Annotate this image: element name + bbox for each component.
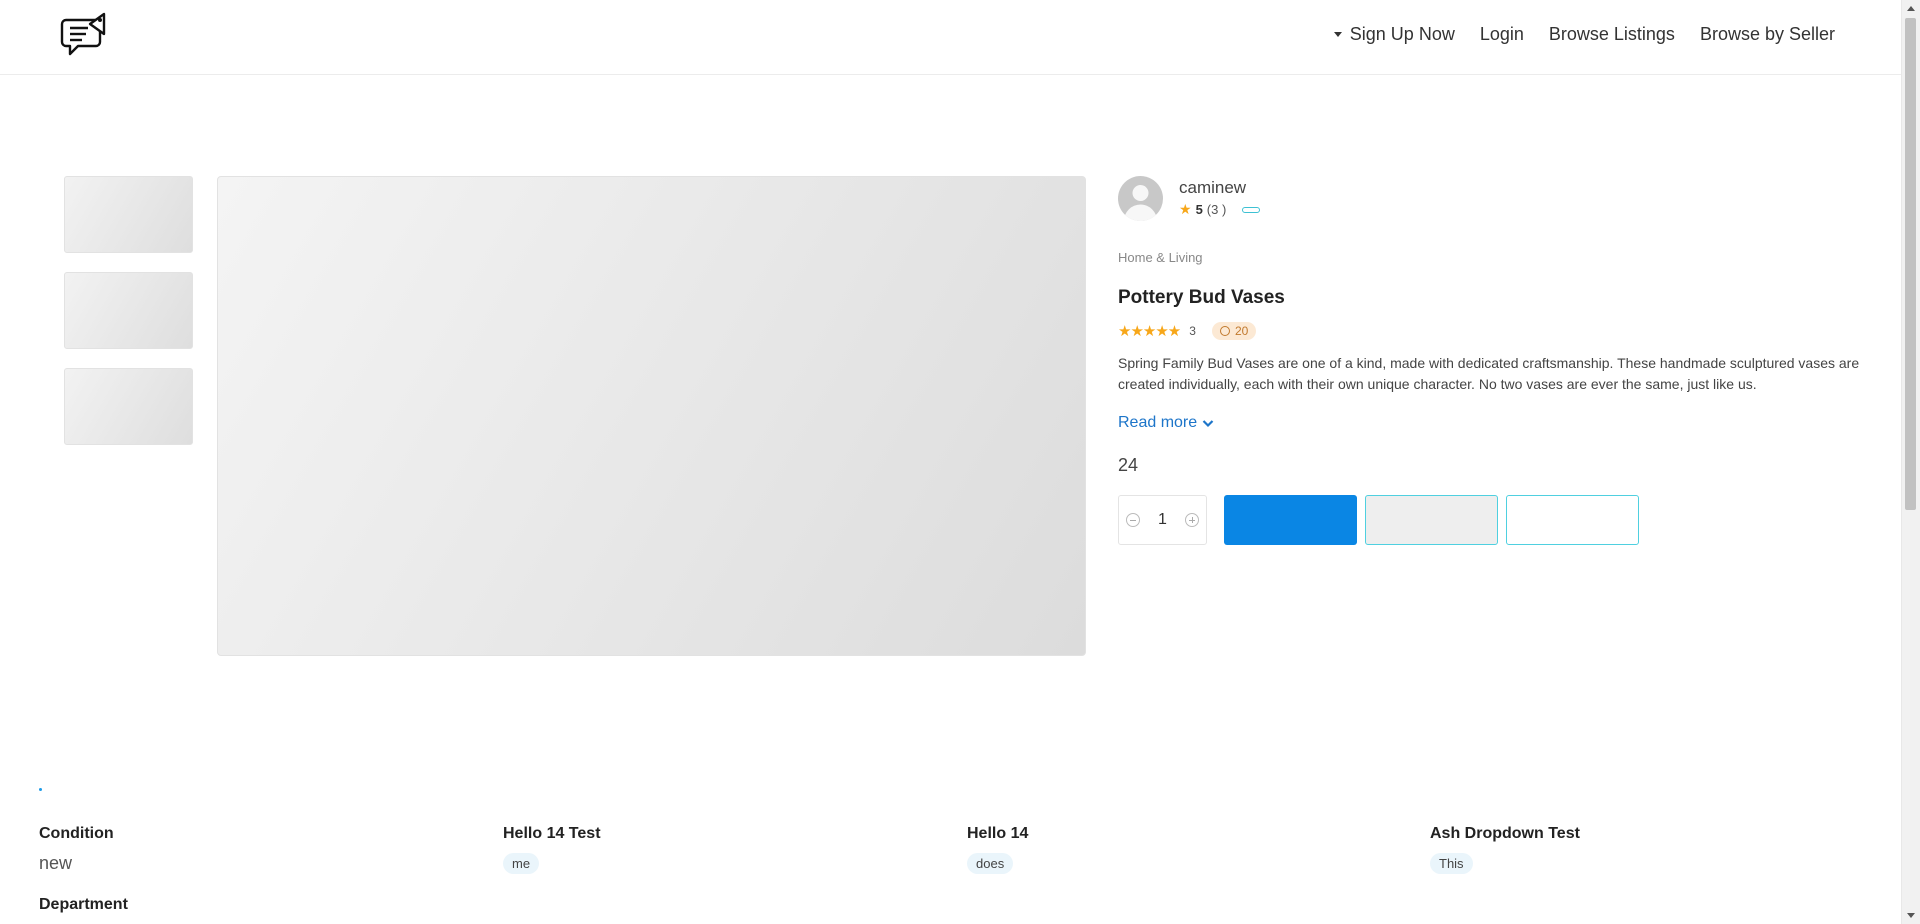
- seller-name[interactable]: caminew: [1179, 178, 1246, 198]
- nav-browse-by-seller[interactable]: Browse by Seller: [1700, 24, 1835, 45]
- nav-login[interactable]: Login: [1480, 24, 1524, 45]
- quantity-stepper: 1: [1118, 495, 1207, 545]
- attr-chip-ash-dropdown-test: This: [1430, 853, 1473, 874]
- secondary-action-button[interactable]: [1365, 495, 1498, 545]
- attr-label-hello-14: Hello 14: [967, 825, 1029, 842]
- attr-chip-hello-14-test: me: [503, 853, 540, 874]
- caret-down-icon: [1333, 32, 1342, 37]
- plus-circle-icon[interactable]: [1185, 513, 1199, 527]
- megaphone-chat-logo-icon[interactable]: [60, 10, 112, 62]
- product-category[interactable]: Home & Living: [1118, 250, 1203, 265]
- primary-action-button[interactable]: [1224, 495, 1357, 545]
- main-nav: Sign Up Now Login Browse Listings Browse…: [1333, 24, 1835, 45]
- gallery-thumbnail[interactable]: [64, 272, 193, 349]
- seller-rating-value: 5: [1195, 202, 1203, 217]
- scroll-down-arrow-icon[interactable]: [1907, 913, 1915, 918]
- scroll-up-arrow-icon[interactable]: [1907, 6, 1915, 11]
- clock-icon: [1219, 326, 1230, 336]
- nav-browse-listings[interactable]: Browse Listings: [1549, 24, 1675, 45]
- scrollbar-thumb[interactable]: [1905, 18, 1916, 510]
- quantity-value[interactable]: 1: [1158, 511, 1167, 529]
- rating-count: 3: [1189, 324, 1196, 338]
- attr-label-condition: Condition: [39, 825, 114, 842]
- read-more-link[interactable]: Read more: [1118, 414, 1214, 432]
- seller-rating: ★ 5 (3 ): [1179, 201, 1261, 218]
- main-product-image[interactable]: [217, 176, 1086, 656]
- site-header: Sign Up Now Login Browse Listings Browse…: [0, 0, 1902, 75]
- gallery-thumbnail[interactable]: [64, 368, 193, 445]
- product-price: 24: [1118, 455, 1139, 475]
- seller-review-count: (3 ): [1206, 202, 1227, 217]
- star-icon: ★: [1179, 201, 1192, 217]
- attr-label-ash-dropdown-test: Ash Dropdown Test: [1430, 825, 1580, 842]
- nav-sign-up-dropdown[interactable]: Sign Up Now: [1333, 24, 1455, 45]
- gallery-thumbnail[interactable]: [64, 176, 193, 253]
- product-title: Pottery Bud Vases: [1118, 287, 1285, 308]
- attr-label-department: Department: [39, 896, 128, 913]
- product-rating-row: ★★★★★ 3 20: [1118, 322, 1257, 340]
- attr-label-hello-14-test: Hello 14 Test: [503, 825, 601, 842]
- outline-action-button[interactable]: [1506, 495, 1639, 545]
- product-description: Spring Family Bud Vases are one of a kin…: [1118, 355, 1860, 392]
- seller-badge: [1242, 206, 1261, 213]
- time-badge: 20: [1211, 322, 1257, 340]
- page-scrollbar[interactable]: [1901, 0, 1920, 924]
- seller-avatar[interactable]: [1118, 176, 1163, 221]
- attr-value-condition: new: [39, 853, 73, 873]
- loading-indicator: [39, 788, 42, 791]
- rating-stars-icon: ★★★★★: [1118, 323, 1181, 340]
- attr-chip-hello-14: does: [967, 853, 1014, 874]
- minus-circle-icon[interactable]: [1126, 513, 1140, 527]
- chevron-down-icon: [1202, 419, 1214, 427]
- user-silhouette-icon: [1124, 185, 1157, 221]
